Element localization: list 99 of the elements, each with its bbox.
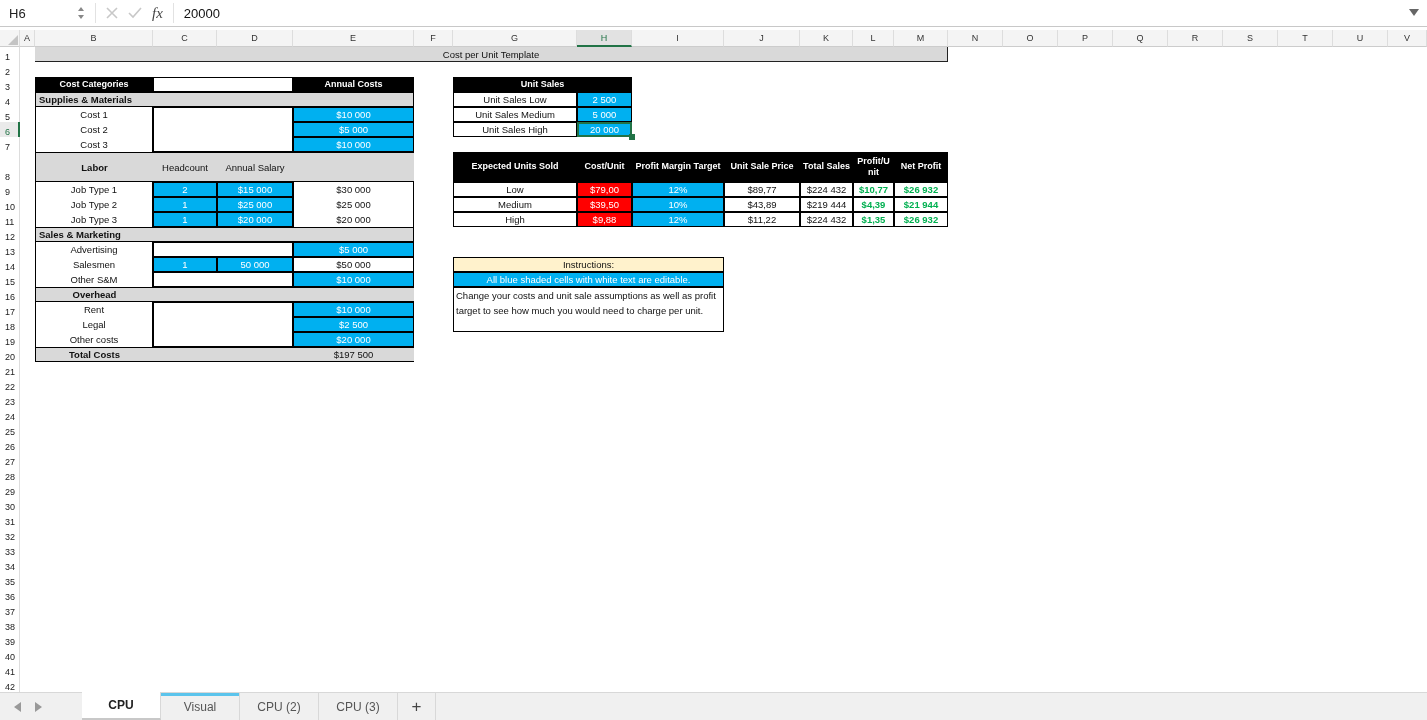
table-cell: Expected Units Sold <box>453 152 577 182</box>
select-all-corner[interactable] <box>0 30 20 47</box>
column-header[interactable]: T <box>1278 30 1333 47</box>
table-cell: $79,00 <box>577 182 632 197</box>
table-cell: Unit Sales Low <box>453 92 577 107</box>
table-cell: Other costs <box>35 332 153 347</box>
table-cell: $26 932 <box>894 182 948 197</box>
formula-input[interactable]: 20000 <box>183 5 1399 21</box>
table-cell: $10,77 <box>853 182 894 197</box>
table-cell: $1,35 <box>853 212 894 227</box>
table-cell: Advertising <box>35 242 153 257</box>
table-cell: Headcount <box>153 152 217 182</box>
sheet-tab[interactable]: CPU (3) <box>319 693 398 720</box>
table-cell: $219 444 <box>800 197 853 212</box>
column-header[interactable]: L <box>853 30 894 47</box>
column-header[interactable]: I <box>632 30 724 47</box>
table-cell: Cost 1 <box>35 107 153 122</box>
column-header[interactable]: V <box>1388 30 1427 47</box>
table-cell: Cost 3 <box>35 137 153 152</box>
table-cell: $39,50 <box>577 197 632 212</box>
previous-sheet-icon[interactable] <box>14 701 21 712</box>
table-cell: Unit Sale Price <box>724 152 800 182</box>
column-header[interactable]: M <box>894 30 948 47</box>
table-cell: $89,77 <box>724 182 800 197</box>
fill-handle[interactable] <box>629 134 635 140</box>
table-cell: Unit Sales <box>453 77 632 92</box>
table-cell: Net Profit <box>894 152 948 182</box>
table-cell: Annual Costs <box>293 77 414 92</box>
table-cell: Cost/Unit <box>577 152 632 182</box>
column-header[interactable]: S <box>1223 30 1278 47</box>
table-cell: Low <box>453 182 577 197</box>
table-cell: $50 000 <box>293 257 414 272</box>
column-header[interactable]: B <box>35 30 153 47</box>
column-header[interactable]: O <box>1003 30 1058 47</box>
column-header[interactable]: G <box>453 30 577 47</box>
column-header[interactable]: A <box>20 30 35 47</box>
table-cell: Overhead <box>35 287 153 302</box>
table-cell: $9,88 <box>577 212 632 227</box>
confirm-icon[interactable] <box>128 7 142 19</box>
table-cell: $20 000 <box>293 212 414 227</box>
table-cell: Unit Sales Medium <box>453 107 577 122</box>
column-header[interactable]: R <box>1168 30 1223 47</box>
table-cell: Unit Sales High <box>453 122 577 137</box>
sheet-tab[interactable]: Visual <box>161 693 240 720</box>
table-cell: Other S&M <box>35 272 153 287</box>
table-cell: All blue shaded cells with white text are editable. <box>453 272 724 287</box>
table-cell: Cost per Unit Template <box>35 47 948 62</box>
table-cell: High <box>453 212 577 227</box>
table-cell: Job Type 3 <box>35 212 153 227</box>
table-cell: Profit/Unit <box>853 152 894 182</box>
table-cell: Sales & Marketing <box>35 227 414 242</box>
table-cell: $197 500 <box>293 347 414 362</box>
table-cell: Instructions: <box>453 257 724 272</box>
table-cell: Profit Margin Target <box>632 152 724 182</box>
table-cell: Supplies & Materials <box>35 92 414 107</box>
row-header[interactable]: 6 <box>0 122 20 137</box>
table-cell: $21 944 <box>894 197 948 212</box>
table-cell: Change your costs and unit sale assumptions as well as profit target to see how much you would need to charge per unit. <box>453 287 724 332</box>
triangle-icon <box>8 35 18 45</box>
table-cell: Labor <box>35 152 153 182</box>
sheet-tab[interactable]: CPU (2) <box>240 693 319 720</box>
column-header[interactable]: C <box>153 30 217 47</box>
table-cell: Total Costs <box>35 347 153 362</box>
table-cell: $11,22 <box>724 212 800 227</box>
table-cell: Salesmen <box>35 257 153 272</box>
column-header[interactable]: P <box>1058 30 1113 47</box>
function-label[interactable]: fx <box>152 4 163 22</box>
table-cell: Annual Salary <box>217 152 293 182</box>
table-cell: Cost Categories <box>35 77 153 92</box>
column-header[interactable]: J <box>724 30 800 47</box>
column-header[interactable]: Q <box>1113 30 1168 47</box>
table-cell: $224 432 <box>800 212 853 227</box>
table-cell: $26 932 <box>894 212 948 227</box>
add-sheet-button[interactable]: + <box>398 693 436 720</box>
table-cell: Job Type 1 <box>35 182 153 197</box>
table-cell: $224 432 <box>800 182 853 197</box>
column-header[interactable]: E <box>293 30 414 47</box>
column-header[interactable]: D <box>217 30 293 47</box>
table-cell: $4,39 <box>853 197 894 212</box>
table-cell: Cost 2 <box>35 122 153 137</box>
table-cell: Medium <box>453 197 577 212</box>
table-cell: Job Type 2 <box>35 197 153 212</box>
stepper-icon[interactable] <box>77 6 85 20</box>
table-cell: $43,89 <box>724 197 800 212</box>
column-header[interactable]: H <box>577 30 632 47</box>
sheet-tab[interactable]: CPU <box>82 692 161 720</box>
table-cell: Legal <box>35 317 153 332</box>
table-cell: $25 000 <box>293 197 414 212</box>
caret-icon[interactable] <box>1409 9 1419 17</box>
next-sheet-icon[interactable] <box>35 701 42 712</box>
table-cell: Total Sales <box>800 152 853 182</box>
column-header[interactable]: F <box>414 30 453 47</box>
table-cell: Rent <box>35 302 153 317</box>
table-cell: $30 000 <box>293 182 414 197</box>
column-header[interactable]: U <box>1333 30 1388 47</box>
column-header[interactable]: K <box>800 30 853 47</box>
name-box[interactable]: H6 <box>0 5 67 21</box>
column-header[interactable]: N <box>948 30 1003 47</box>
cancel-icon[interactable] <box>106 7 118 19</box>
